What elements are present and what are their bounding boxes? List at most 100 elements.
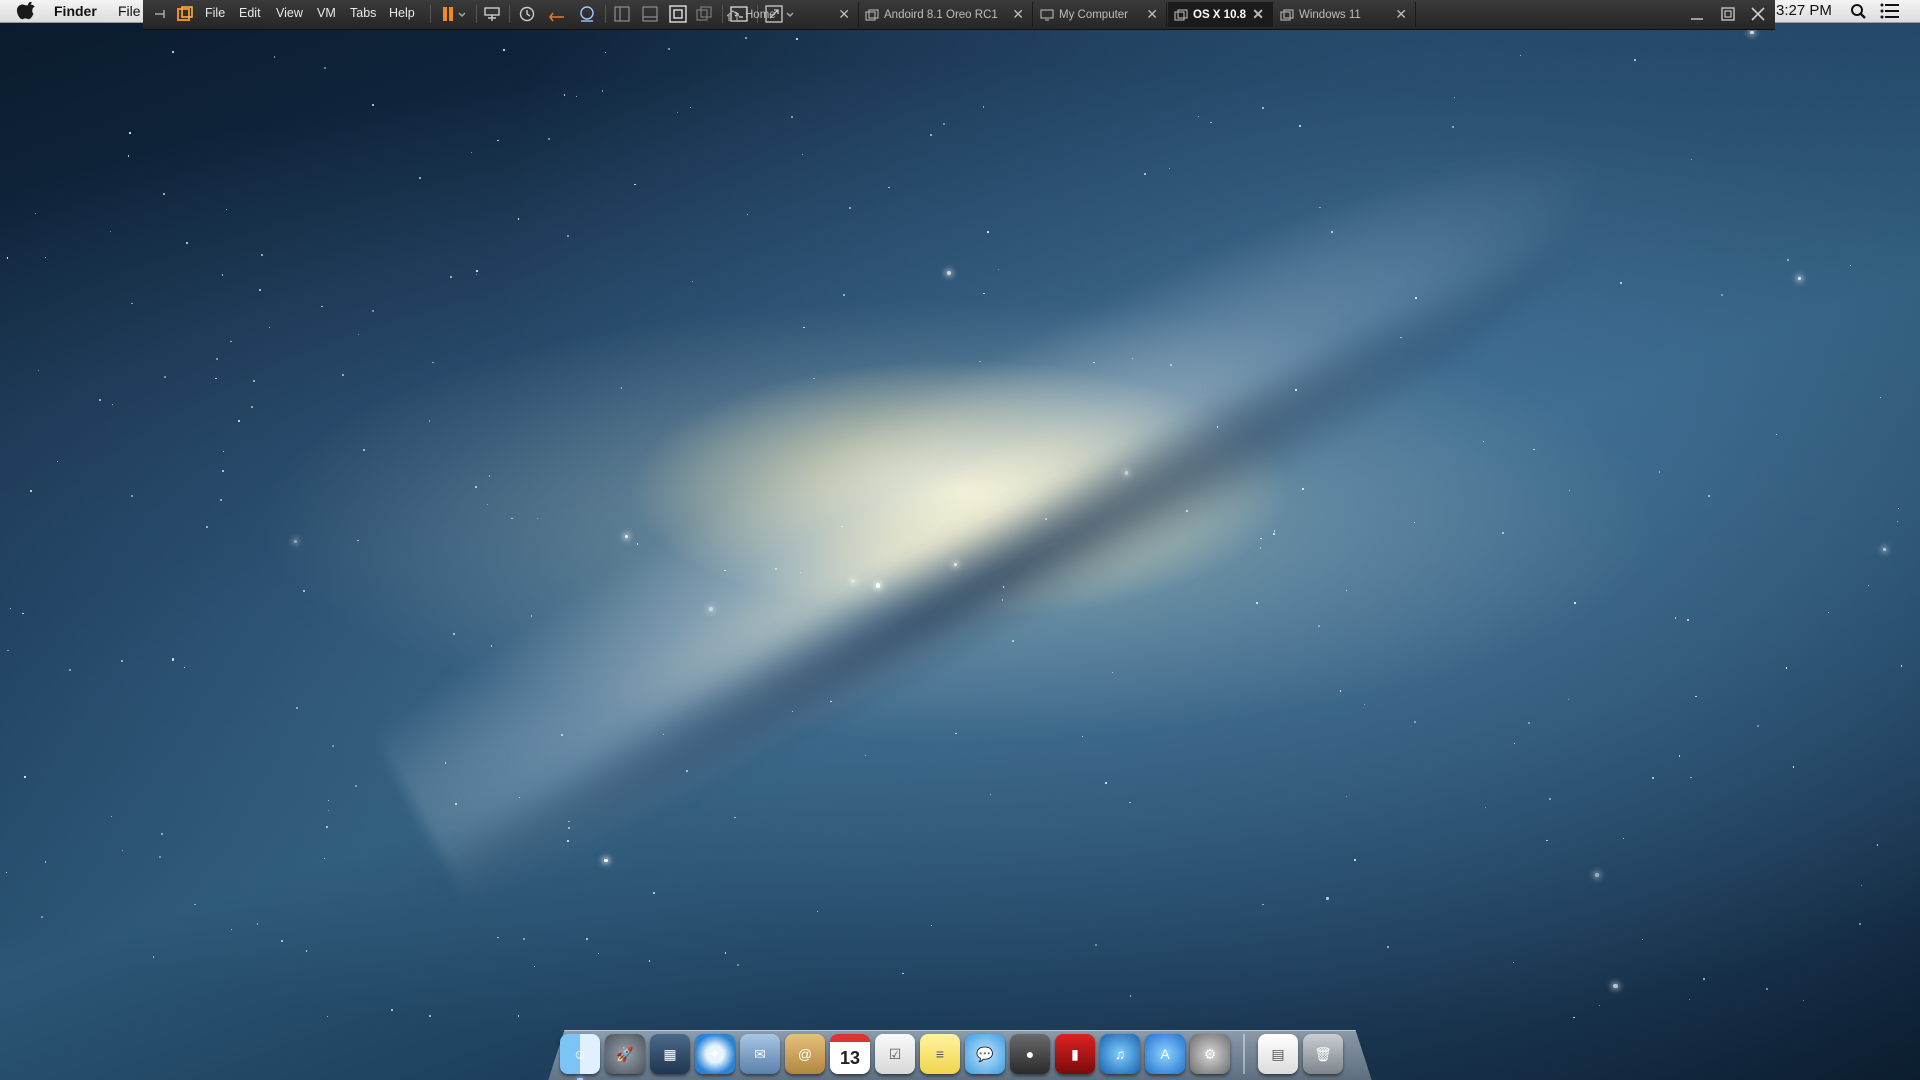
star bbox=[1326, 897, 1329, 900]
mail-stamp-icon[interactable]: ✉ bbox=[740, 1034, 780, 1074]
star bbox=[775, 567, 778, 570]
star bbox=[865, 754, 867, 756]
dock-separator bbox=[1243, 1034, 1245, 1074]
tab-my-computer[interactable]: My Computer ✕ bbox=[1034, 2, 1167, 27]
tab-andoird-8-1-oreo-rc1[interactable]: Andoird 8.1 Oreo RC1 ✕ bbox=[859, 2, 1033, 27]
star bbox=[44, 256, 46, 258]
toolbar-divider bbox=[605, 5, 606, 23]
tab-home[interactable]: Home ✕ bbox=[720, 2, 859, 27]
star bbox=[9, 607, 11, 609]
desktop[interactable]: Finder File 3:27 PM File Edit View VM Ta… bbox=[0, 0, 1920, 1080]
tab-label: Home bbox=[745, 8, 776, 21]
menu-help[interactable]: Help bbox=[389, 6, 415, 20]
checklist-icon[interactable]: ☑ bbox=[875, 1034, 915, 1074]
app-store-icon[interactable]: A bbox=[1145, 1034, 1185, 1074]
star bbox=[1867, 584, 1869, 586]
menu-edit[interactable]: Edit bbox=[239, 6, 261, 20]
vmware-logo-icon[interactable] bbox=[175, 4, 195, 24]
star bbox=[604, 858, 608, 863]
thumbnail-bar-icon[interactable] bbox=[640, 4, 660, 24]
close-tab-icon[interactable]: ✕ bbox=[1395, 6, 1407, 23]
video-camera-icon[interactable]: ● bbox=[1010, 1034, 1050, 1074]
star bbox=[1262, 106, 1265, 109]
chevron-down-icon[interactable] bbox=[456, 4, 468, 24]
file-menu[interactable]: File bbox=[118, 3, 141, 19]
apple-logo-icon[interactable] bbox=[16, 2, 38, 20]
mission-control-icon[interactable]: ▦ bbox=[650, 1034, 690, 1074]
active-app-name[interactable]: Finder bbox=[54, 3, 97, 19]
star bbox=[1619, 282, 1622, 284]
restore-icon[interactable] bbox=[1717, 3, 1739, 25]
notes-icon[interactable]: ≡ bbox=[920, 1034, 960, 1074]
star bbox=[567, 839, 569, 842]
star bbox=[258, 289, 261, 292]
address-book-icon[interactable]: @ bbox=[785, 1034, 825, 1074]
star bbox=[1688, 998, 1690, 1000]
send-ctrl-alt-del-icon[interactable] bbox=[482, 4, 502, 24]
star bbox=[1260, 537, 1262, 539]
spotlight-search-icon[interactable] bbox=[1850, 3, 1868, 19]
gear-icon[interactable]: ⚙ bbox=[1190, 1034, 1230, 1074]
notification-center-icon[interactable] bbox=[1880, 3, 1900, 19]
unity-icon[interactable] bbox=[694, 4, 714, 24]
star bbox=[849, 206, 852, 209]
close-tab-icon[interactable]: ✕ bbox=[838, 6, 850, 23]
star bbox=[691, 280, 693, 282]
toolbar-divider bbox=[509, 5, 510, 23]
show-library-icon[interactable] bbox=[612, 4, 632, 24]
minimize-icon[interactable] bbox=[1686, 3, 1708, 25]
star bbox=[1386, 945, 1389, 948]
star bbox=[568, 820, 570, 822]
star bbox=[1708, 495, 1710, 497]
star bbox=[1882, 548, 1886, 552]
music-note-icon[interactable]: ♫ bbox=[1100, 1034, 1140, 1074]
close-window-icon[interactable] bbox=[1747, 3, 1769, 25]
toolbar-divider bbox=[476, 5, 477, 23]
star bbox=[455, 803, 457, 805]
star bbox=[237, 420, 240, 422]
star bbox=[1273, 533, 1275, 535]
tab-os-x-10-8[interactable]: OS X 10.8 ✕ bbox=[1168, 2, 1273, 27]
compass-icon[interactable]: ✦ bbox=[695, 1034, 735, 1074]
calendar-icon[interactable]: 13 bbox=[830, 1034, 870, 1074]
star bbox=[636, 543, 639, 545]
rocket-icon[interactable]: 🚀 bbox=[605, 1034, 645, 1074]
star bbox=[1574, 602, 1576, 604]
snapshot-icon[interactable] bbox=[517, 4, 537, 24]
close-tab-icon[interactable]: ✕ bbox=[1012, 6, 1024, 23]
speech-bubble-icon[interactable]: 💬 bbox=[965, 1034, 1005, 1074]
menu-file[interactable]: File bbox=[205, 6, 225, 20]
star bbox=[1299, 125, 1301, 127]
star bbox=[1045, 517, 1048, 520]
tab-label: Andoird 8.1 Oreo RC1 bbox=[884, 8, 998, 21]
star bbox=[1786, 258, 1789, 261]
star bbox=[830, 700, 832, 702]
star bbox=[418, 176, 421, 179]
star bbox=[1695, 695, 1697, 698]
menubar-clock[interactable]: 3:27 PM bbox=[1776, 2, 1832, 19]
trash-icon[interactable]: 🗑 bbox=[1303, 1034, 1343, 1074]
menu-tabs[interactable]: Tabs bbox=[350, 6, 376, 20]
tab-windows-11[interactable]: Windows 11 ✕ bbox=[1274, 2, 1416, 27]
pause-icon[interactable] bbox=[438, 4, 458, 24]
star bbox=[1104, 781, 1107, 784]
document-icon[interactable]: ▤ bbox=[1258, 1034, 1298, 1074]
revert-snapshot-icon[interactable] bbox=[547, 4, 567, 24]
calendar-date: 13 bbox=[839, 1047, 861, 1068]
close-tab-icon[interactable]: ✕ bbox=[1146, 6, 1158, 23]
full-screen-icon[interactable] bbox=[668, 4, 688, 24]
star bbox=[24, 776, 26, 778]
menu-view[interactable]: View bbox=[276, 6, 303, 20]
close-tab-icon[interactable]: ✕ bbox=[1252, 6, 1264, 23]
star bbox=[354, 784, 357, 787]
star bbox=[943, 123, 946, 125]
star bbox=[1548, 797, 1552, 800]
pin-icon[interactable] bbox=[151, 4, 171, 24]
finder-icon[interactable]: ☺ bbox=[560, 1034, 600, 1080]
photo-booth-icon[interactable]: ▮ bbox=[1055, 1034, 1095, 1074]
star bbox=[745, 37, 747, 39]
menu-vm[interactable]: VM bbox=[317, 6, 336, 20]
star bbox=[295, 706, 298, 709]
star bbox=[327, 809, 329, 811]
snapshot-manager-icon[interactable] bbox=[577, 4, 597, 24]
